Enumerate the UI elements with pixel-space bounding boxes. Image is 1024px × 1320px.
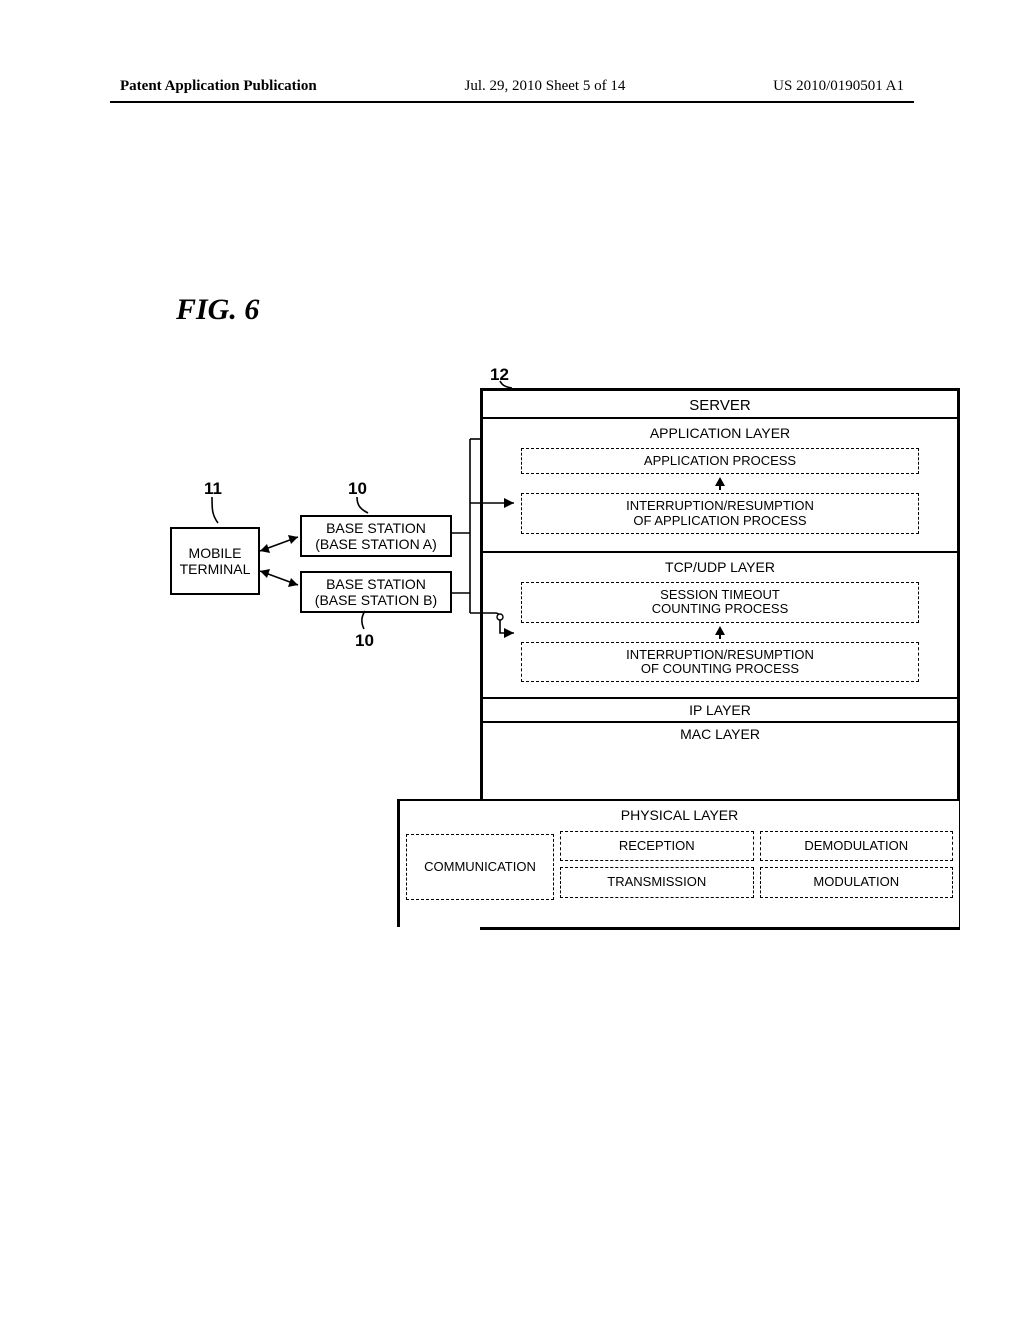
arrow-shaft bbox=[719, 486, 721, 490]
communication-box: COMMUNICATION bbox=[406, 834, 554, 900]
physical-layer-grid: COMMUNICATION RECEPTION DEMODULATION TRA… bbox=[406, 831, 953, 903]
base-station-b-box: BASE STATION (BASE STATION B) bbox=[300, 571, 452, 613]
reception-box: RECEPTION bbox=[560, 831, 754, 861]
mac-layer: MAC LAYER bbox=[483, 721, 957, 745]
header-rule bbox=[110, 101, 914, 103]
application-layer-title: APPLICATION LAYER bbox=[489, 423, 951, 445]
session-timeout-label: SESSION TIMEOUT COUNTING PROCESS bbox=[652, 587, 789, 616]
modulation-box: MODULATION bbox=[760, 867, 954, 897]
tcp-udp-layer: TCP/UDP LAYER SESSION TIMEOUT COUNTING P… bbox=[483, 551, 957, 697]
base-station-a-label: BASE STATION (BASE STATION A) bbox=[315, 520, 437, 552]
base-station-b-label: BASE STATION (BASE STATION B) bbox=[315, 576, 437, 608]
ref-server: 12 bbox=[490, 365, 509, 385]
mobile-terminal-box: MOBILE TERMINAL bbox=[170, 527, 260, 595]
page-header: Patent Application Publication Jul. 29, … bbox=[80, 78, 944, 99]
application-process-box: APPLICATION PROCESS bbox=[521, 448, 918, 474]
ref-mobile: 11 bbox=[204, 479, 222, 499]
base-station-a-box: BASE STATION (BASE STATION A) bbox=[300, 515, 452, 557]
physical-layer: PHYSICAL LAYER COMMUNICATION RECEPTION D… bbox=[397, 799, 959, 927]
ip-layer: IP LAYER bbox=[483, 697, 957, 721]
tcp-interrupt-label: INTERRUPTION/RESUMPTION OF COUNTING PROC… bbox=[626, 647, 814, 676]
app-interrupt-label: INTERRUPTION/RESUMPTION OF APPLICATION P… bbox=[626, 498, 814, 527]
ref-bs-b: 10 bbox=[355, 631, 374, 651]
header-center: Jul. 29, 2010 Sheet 5 of 14 bbox=[465, 78, 626, 95]
server-box: SERVER APPLICATION LAYER APPLICATION PRO… bbox=[480, 388, 960, 930]
phys-comm-col: COMMUNICATION bbox=[406, 831, 554, 903]
arrow-up-icon bbox=[715, 477, 725, 486]
tcp-interrupt-box: INTERRUPTION/RESUMPTION OF COUNTING PROC… bbox=[521, 642, 918, 683]
phys-right-col: RECEPTION DEMODULATION TRANSMISSION MODU… bbox=[560, 831, 953, 903]
figure-area: FIG. 6 11 10 10 12 MOBILE TERMINAL BASE … bbox=[140, 303, 960, 943]
arrow-up-icon bbox=[715, 626, 725, 635]
app-interrupt-box: INTERRUPTION/RESUMPTION OF APPLICATION P… bbox=[521, 493, 918, 534]
arrow-shaft bbox=[719, 635, 721, 639]
transmission-box: TRANSMISSION bbox=[560, 867, 754, 897]
page: Patent Application Publication Jul. 29, … bbox=[0, 0, 1024, 1320]
phys-tx-row: TRANSMISSION MODULATION bbox=[560, 867, 953, 897]
session-timeout-box: SESSION TIMEOUT COUNTING PROCESS bbox=[521, 582, 918, 623]
demodulation-box: DEMODULATION bbox=[760, 831, 954, 861]
figure-label: FIG. 6 bbox=[176, 293, 259, 327]
application-layer: APPLICATION LAYER APPLICATION PROCESS IN… bbox=[483, 417, 957, 551]
mobile-terminal-label: MOBILE TERMINAL bbox=[180, 545, 251, 577]
ref-bs-a: 10 bbox=[348, 479, 367, 499]
physical-layer-title: PHYSICAL LAYER bbox=[406, 805, 953, 827]
phys-rx-row: RECEPTION DEMODULATION bbox=[560, 831, 953, 861]
tcp-udp-layer-title: TCP/UDP LAYER bbox=[489, 557, 951, 579]
header-left: Patent Application Publication bbox=[120, 78, 317, 95]
header-right: US 2010/0190501 A1 bbox=[773, 78, 904, 95]
server-title: SERVER bbox=[483, 391, 957, 417]
